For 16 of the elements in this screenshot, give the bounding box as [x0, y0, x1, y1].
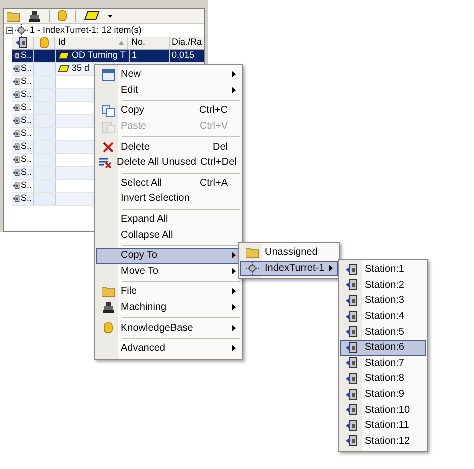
table-cell-text: S.. — [20, 166, 32, 180]
table-cell-text: S.. — [20, 140, 32, 154]
table-cell-text: S.. — [20, 127, 32, 140]
table-cell-text: OD Turning T — [72, 49, 126, 62]
table-cell-text: 0.015 — [172, 49, 195, 62]
table-cell-text: S.. — [20, 153, 32, 166]
table-cell-text: S.. — [20, 192, 32, 206]
table-cell-text: 35 d — [72, 62, 90, 76]
table-cell-text: S.. — [20, 75, 32, 88]
table-cell-text: S.. — [20, 62, 32, 76]
table-cell-text: S.. — [20, 88, 32, 102]
table-cell-text: S.. — [20, 101, 32, 114]
table-cell-text: 1 — [132, 49, 138, 62]
table-cell-text: S.. — [20, 114, 32, 128]
table-cell-text: S.. — [20, 49, 32, 62]
table-cell-text: S.. — [20, 179, 32, 192]
